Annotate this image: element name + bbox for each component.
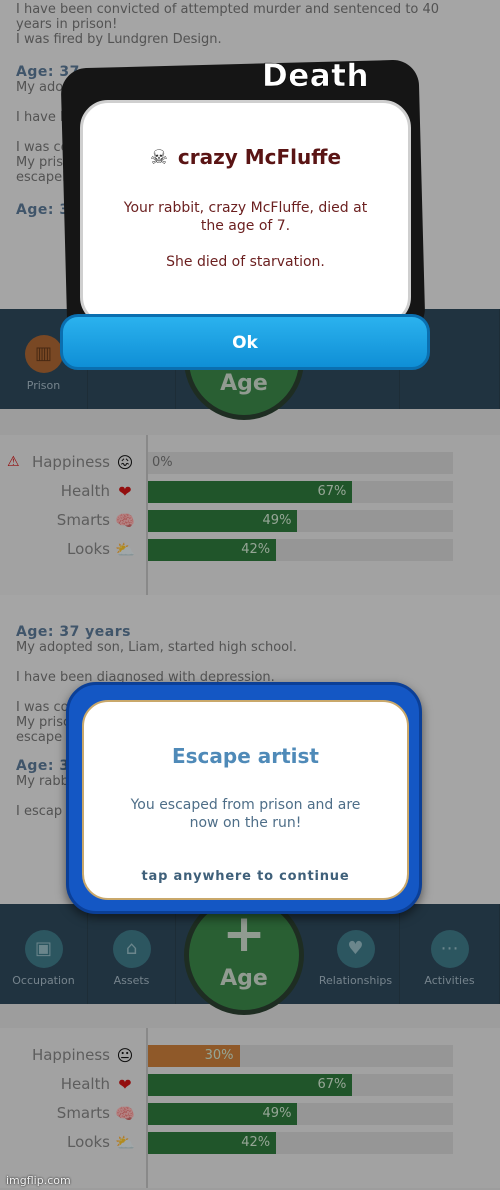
brain-icon: 🧠: [115, 1104, 135, 1123]
brain-icon: 🧠: [115, 511, 135, 530]
stat-happiness: ⚠ Happiness 😖 0%: [0, 449, 500, 478]
stat-percent: 30%: [204, 1048, 234, 1063]
skull-icon: ☠: [149, 145, 168, 169]
age-label: Age: [220, 371, 268, 396]
log-line: My adopted son, Liam, started high schoo…: [16, 640, 297, 655]
stat-health: Health ❤ 67%: [0, 1071, 500, 1100]
stat-label: Happiness: [31, 1046, 110, 1064]
stat-label: Happiness: [31, 453, 110, 471]
stat-percent: 49%: [262, 513, 292, 528]
stat-percent: 0%: [152, 455, 173, 470]
modal-title: Escape artist: [171, 744, 319, 768]
stat-bar: 67%: [148, 481, 453, 503]
heart-icon: ♥: [336, 930, 375, 968]
ok-label: Ok: [232, 333, 258, 353]
death-message: Your rabbit, crazy McFluffe, died at the…: [123, 200, 368, 234]
modal-header: ☠ crazy McFluffe: [83, 145, 408, 169]
pet-name: crazy McFluffe: [177, 145, 342, 169]
stat-label: Smarts: [56, 1104, 110, 1122]
log-line: I was fired by Lundgren Design.: [16, 32, 222, 47]
stat-smarts: Smarts 🧠 49%: [0, 507, 500, 536]
tab-label: Relationships: [318, 974, 393, 987]
stat-looks: Looks ⛅ 42%: [0, 536, 500, 565]
tab-assets[interactable]: ⌂ Assets: [88, 904, 176, 1004]
tab-label: Occupation: [12, 974, 75, 987]
stat-label: Health: [60, 482, 110, 500]
stat-smarts: Smarts 🧠 49%: [0, 1100, 500, 1129]
stat-label: Smarts: [56, 511, 110, 529]
stat-fill: 67%: [148, 481, 353, 503]
log-line: I have been convicted of attempted murde…: [16, 2, 440, 17]
warning-icon: ⚠: [7, 454, 20, 470]
age-label: Age: [220, 966, 268, 991]
stat-label: Health: [60, 1075, 110, 1093]
stats-panel: Happiness 😐 30% Health ❤ 67% Smarts 🧠 49…: [0, 1028, 500, 1188]
cloud-sun-icon: ⛅: [115, 540, 135, 559]
tab-relationships[interactable]: ♥ Relationships: [312, 904, 400, 1004]
stat-bar: 42%: [148, 1132, 453, 1154]
cloud-sun-icon: ⛅: [115, 1133, 135, 1152]
stat-fill: 42%: [148, 539, 277, 561]
stat-percent: 67%: [317, 1077, 347, 1092]
house-icon: ⌂: [112, 930, 151, 968]
death-screen: I have been convicted of attempted murde…: [0, 0, 500, 595]
tab-label: Assets: [113, 974, 150, 987]
modal-message: You escaped from prison and are now on t…: [130, 797, 361, 831]
stat-bar: 49%: [148, 1103, 453, 1125]
stat-label: Looks: [67, 1133, 110, 1151]
stat-percent: 42%: [241, 1135, 271, 1150]
tap-to-continue[interactable]: tap anywhere to continue: [84, 869, 407, 884]
tab-occupation[interactable]: ▣ Occupation: [0, 904, 88, 1004]
more-icon: ⋯: [430, 930, 469, 968]
stat-bar: 0%: [148, 452, 453, 474]
stat-happiness: Happiness 😐 30%: [0, 1042, 500, 1071]
stats-panel: ⚠ Happiness 😖 0% Health ❤ 67% Smarts 🧠 4…: [0, 435, 500, 595]
year-heading: Age: 37 years: [16, 624, 131, 640]
stat-looks: Looks ⛅ 42%: [0, 1129, 500, 1158]
stat-bar: 30%: [148, 1045, 453, 1067]
stat-health: Health ❤ 67%: [0, 478, 500, 507]
stat-fill: 49%: [148, 510, 298, 532]
stat-percent: 49%: [262, 1106, 292, 1121]
death-modal: ☠ crazy McFluffe Your rabbit, crazy McFlu…: [80, 100, 411, 325]
plus-icon: +: [222, 904, 266, 964]
stat-bar: 67%: [148, 1074, 453, 1096]
death-cause: She died of starvation.: [166, 254, 325, 270]
stat-bar: 49%: [148, 510, 453, 532]
neutral-face-icon: 😐: [116, 1046, 134, 1065]
stat-fill: 49%: [148, 1103, 298, 1125]
tab-activities[interactable]: ⋯ Activities: [400, 904, 500, 1004]
stat-fill: 42%: [148, 1132, 277, 1154]
death-title: Death: [262, 58, 370, 95]
screenshot-collage: I have been convicted of attempted murde…: [0, 0, 500, 1190]
log-line: years in prison!: [16, 17, 118, 32]
prison-icon: ▥: [24, 335, 63, 373]
stat-percent: 42%: [241, 542, 271, 557]
tab-label: Activities: [424, 974, 475, 987]
stat-bar: 42%: [148, 539, 453, 561]
tab-label: Prison: [26, 379, 61, 392]
heart-icon: ❤: [118, 1075, 132, 1094]
stat-label: Looks: [67, 540, 110, 558]
stat-fill: 30%: [148, 1045, 240, 1067]
imgflip-watermark: imgflip.com: [6, 1174, 71, 1187]
stat-fill: 67%: [148, 1074, 353, 1096]
briefcase-icon: ▣: [24, 930, 63, 968]
ok-button[interactable]: Ok: [60, 314, 430, 370]
heart-icon: ❤: [118, 482, 132, 501]
modal-message: Your rabbit, crazy McFluffe, died at the…: [111, 199, 380, 271]
angry-face-icon: 😖: [116, 453, 134, 472]
stat-percent: 67%: [317, 484, 347, 499]
escape-modal[interactable]: Escape artist You escaped from prison an…: [82, 700, 409, 900]
